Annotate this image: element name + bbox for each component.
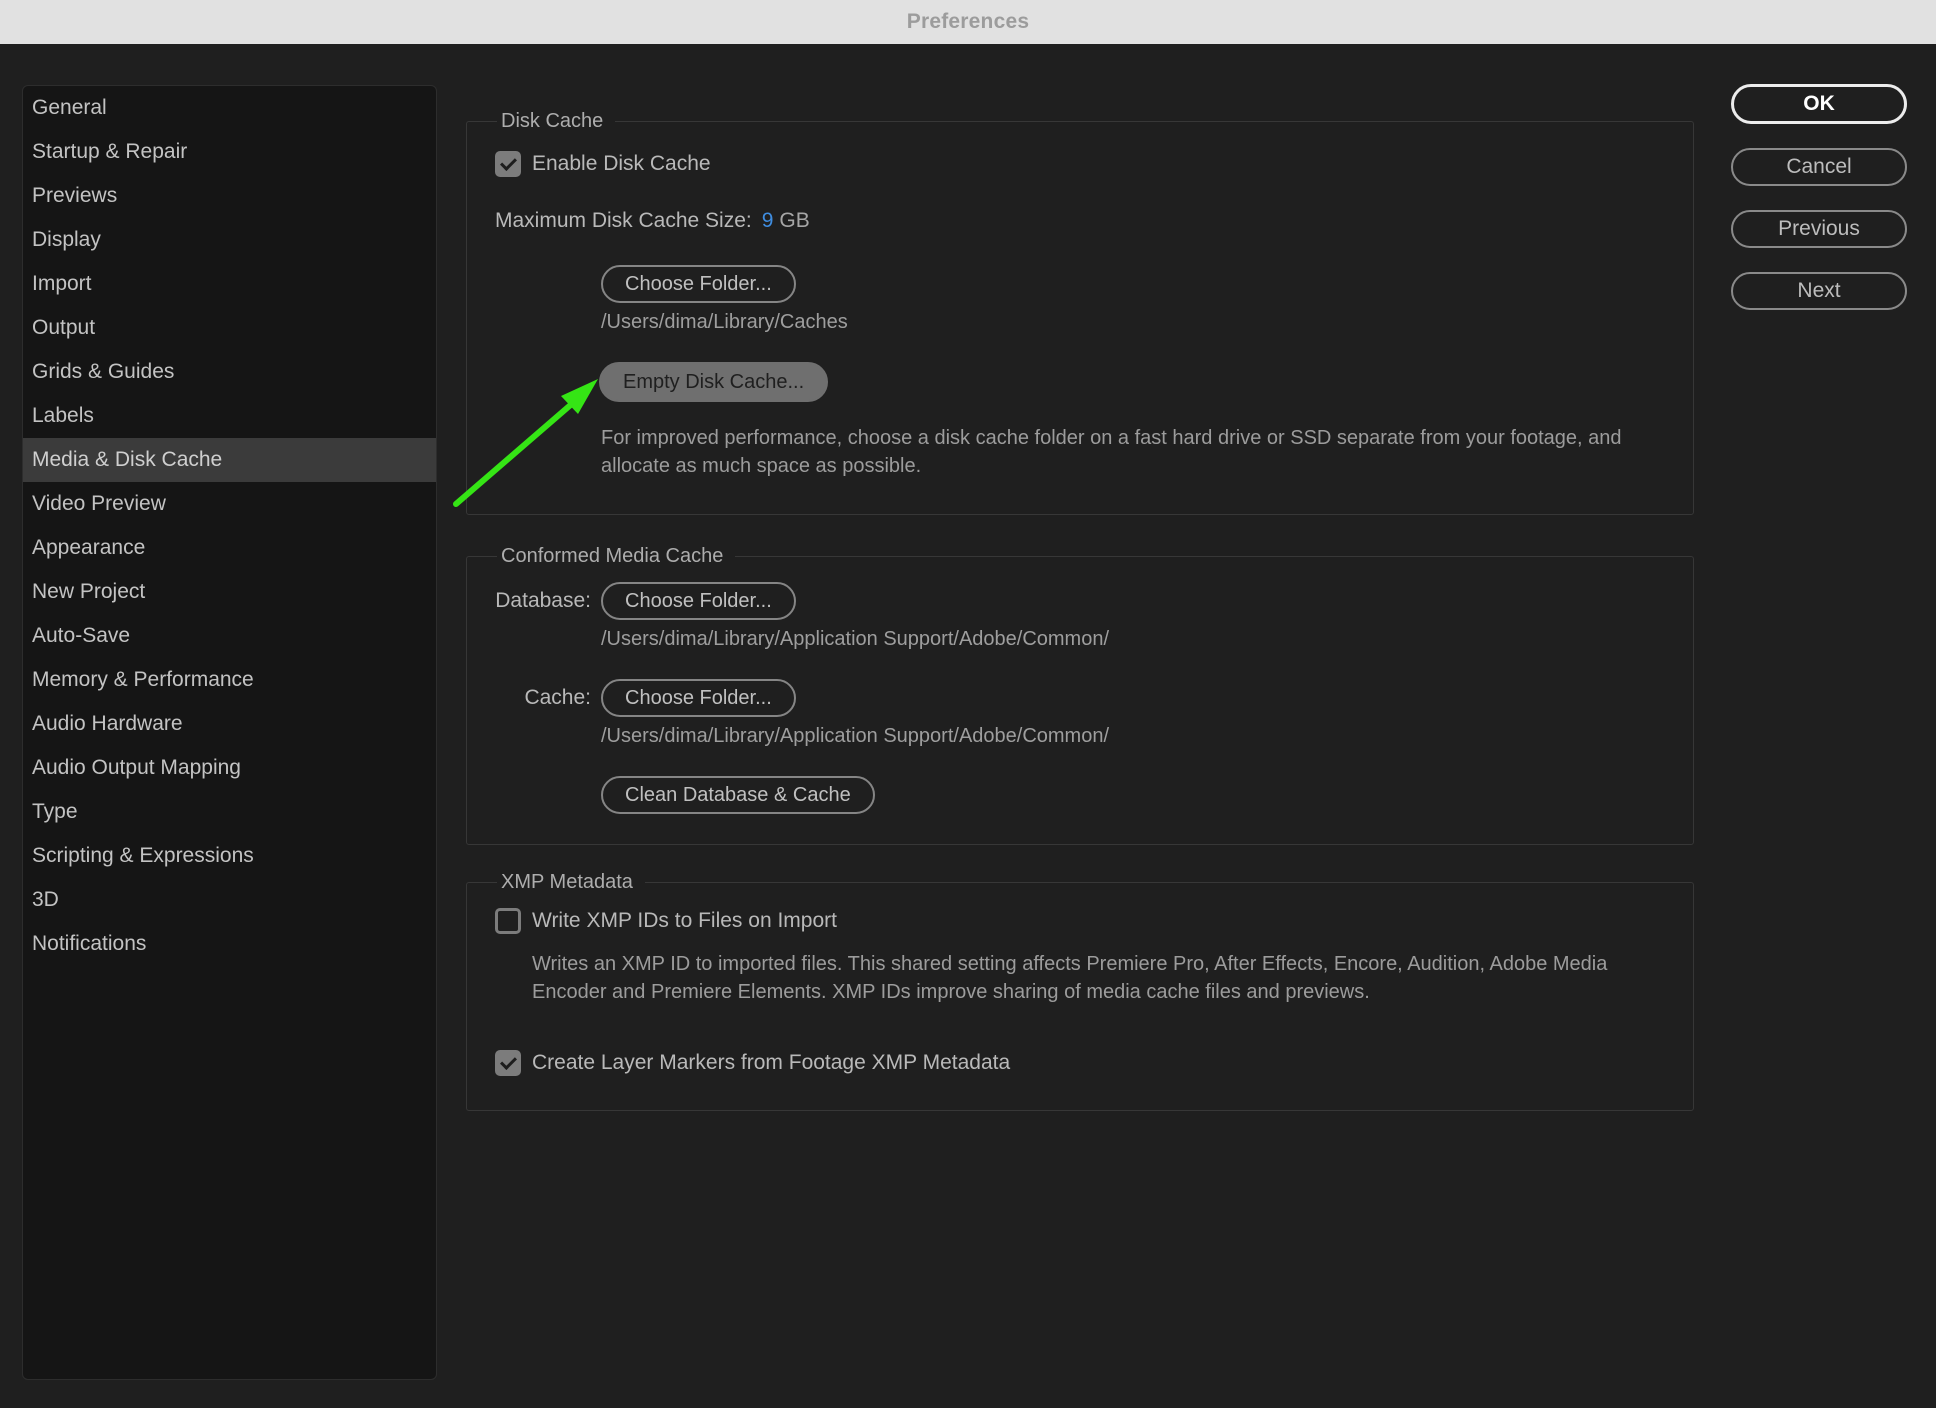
sidebar-item-audio-output-mapping[interactable]: Audio Output Mapping bbox=[23, 746, 436, 790]
preferences-main-panel: Disk Cache Enable Disk Cache Maximum Dis… bbox=[466, 0, 1694, 1111]
sidebar-item-auto-save[interactable]: Auto-Save bbox=[23, 614, 436, 658]
sidebar-item-import[interactable]: Import bbox=[23, 262, 436, 306]
disk-cache-choose-folder-button[interactable]: Choose Folder... bbox=[601, 265, 796, 303]
disk-cache-folder-path: /Users/dima/Library/Caches bbox=[601, 311, 848, 334]
cache-path: /Users/dima/Library/Application Support/… bbox=[601, 725, 1109, 748]
sidebar-item-display[interactable]: Display bbox=[23, 218, 436, 262]
sidebar-item-media-disk-cache[interactable]: Media & Disk Cache bbox=[23, 438, 436, 482]
sidebar-item-appearance[interactable]: Appearance bbox=[23, 526, 436, 570]
conformed-media-cache-section-title: Conformed Media Cache bbox=[497, 545, 735, 568]
sidebar-item-startup-repair[interactable]: Startup & Repair bbox=[23, 130, 436, 174]
conformed-media-cache-section: Conformed Media Cache Database: Choose F… bbox=[466, 545, 1694, 845]
sidebar-item-video-preview[interactable]: Video Preview bbox=[23, 482, 436, 526]
sidebar-item-new-project[interactable]: New Project bbox=[23, 570, 436, 614]
create-layer-markers-checkbox[interactable] bbox=[495, 1050, 521, 1076]
enable-disk-cache-checkbox[interactable] bbox=[495, 151, 521, 177]
write-xmp-ids-checkbox[interactable] bbox=[495, 908, 521, 934]
empty-disk-cache-button[interactable]: Empty Disk Cache... bbox=[599, 362, 828, 402]
cancel-button[interactable]: Cancel bbox=[1731, 148, 1907, 186]
dialog-actions: OK Cancel Previous Next bbox=[1731, 84, 1907, 334]
sidebar-item-grids-guides[interactable]: Grids & Guides bbox=[23, 350, 436, 394]
disk-cache-section-title: Disk Cache bbox=[497, 110, 615, 133]
write-xmp-ids-note: Writes an XMP ID to imported files. This… bbox=[532, 950, 1612, 1006]
max-disk-cache-size-unit: GB bbox=[779, 209, 809, 233]
sidebar-item-general[interactable]: General bbox=[23, 86, 436, 130]
sidebar-item-labels[interactable]: Labels bbox=[23, 394, 436, 438]
sidebar-item-previews[interactable]: Previews bbox=[23, 174, 436, 218]
database-choose-folder-button[interactable]: Choose Folder... bbox=[601, 582, 796, 620]
cache-choose-folder-button[interactable]: Choose Folder... bbox=[601, 679, 796, 717]
sidebar-item-memory-performance[interactable]: Memory & Performance bbox=[23, 658, 436, 702]
max-disk-cache-size-label: Maximum Disk Cache Size: bbox=[495, 209, 752, 233]
disk-cache-note: For improved performance, choose a disk … bbox=[601, 424, 1661, 480]
cache-label: Cache: bbox=[495, 686, 591, 710]
create-layer-markers-label: Create Layer Markers from Footage XMP Me… bbox=[532, 1051, 1010, 1075]
next-button[interactable]: Next bbox=[1731, 272, 1907, 310]
xmp-metadata-section: XMP Metadata Write XMP IDs to Files on I… bbox=[466, 871, 1694, 1111]
sidebar-item-output[interactable]: Output bbox=[23, 306, 436, 350]
previous-button[interactable]: Previous bbox=[1731, 210, 1907, 248]
sidebar-item-type[interactable]: Type bbox=[23, 790, 436, 834]
sidebar-item-3d[interactable]: 3D bbox=[23, 878, 436, 922]
ok-button[interactable]: OK bbox=[1731, 84, 1907, 124]
enable-disk-cache-label: Enable Disk Cache bbox=[532, 152, 711, 176]
database-path: /Users/dima/Library/Application Support/… bbox=[601, 628, 1109, 651]
xmp-metadata-section-title: XMP Metadata bbox=[497, 871, 645, 894]
sidebar-item-scripting-expressions[interactable]: Scripting & Expressions bbox=[23, 834, 436, 878]
max-disk-cache-size-value[interactable]: 9 bbox=[762, 209, 774, 233]
sidebar-item-audio-hardware[interactable]: Audio Hardware bbox=[23, 702, 436, 746]
disk-cache-section: Disk Cache Enable Disk Cache Maximum Dis… bbox=[466, 110, 1694, 515]
database-label: Database: bbox=[495, 589, 591, 613]
clean-database-cache-button[interactable]: Clean Database & Cache bbox=[601, 776, 875, 814]
preferences-sidebar: General Startup & Repair Previews Displa… bbox=[22, 85, 437, 1380]
write-xmp-ids-label: Write XMP IDs to Files on Import bbox=[532, 909, 837, 933]
sidebar-item-notifications[interactable]: Notifications bbox=[23, 922, 436, 966]
